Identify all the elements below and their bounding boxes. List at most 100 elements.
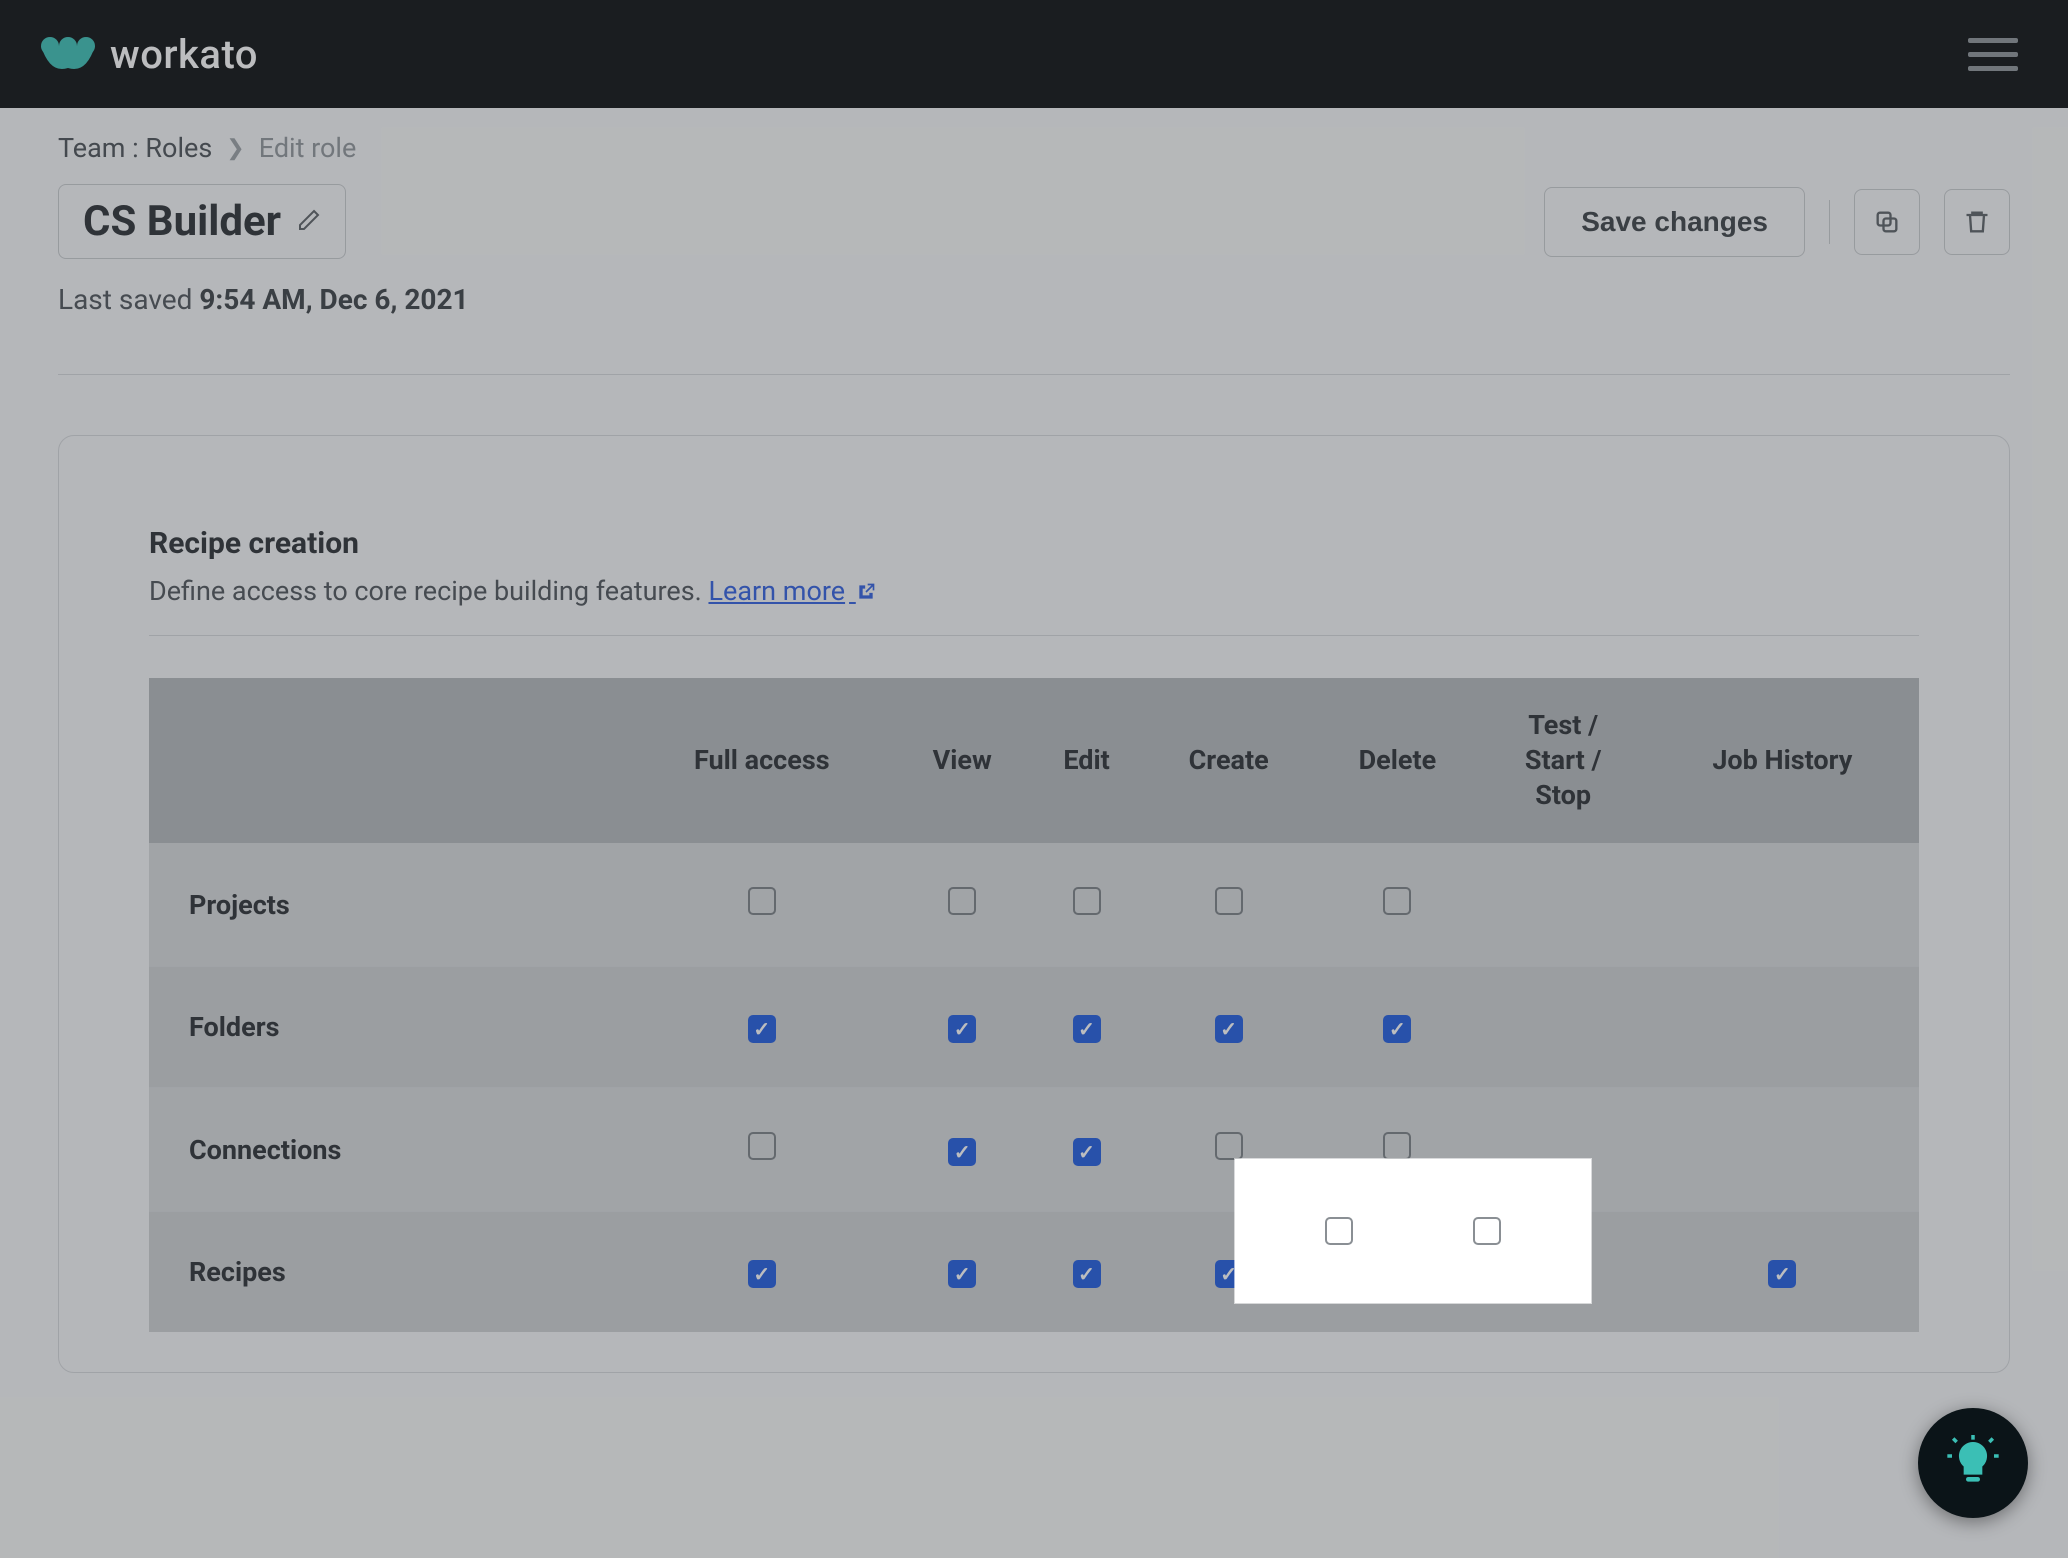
- divider: [149, 635, 1919, 636]
- section-desc-text: Define access to core recipe building fe…: [149, 575, 702, 607]
- title-edit-box[interactable]: CS Builder: [58, 184, 346, 259]
- checkbox[interactable]: [1073, 1015, 1101, 1043]
- checkbox[interactable]: [1383, 1015, 1411, 1043]
- lightbulb-icon: [1945, 1435, 2001, 1491]
- header-actions: Save changes: [1544, 187, 2010, 257]
- table-header: Full accessViewEditCreateDeleteTest /Sta…: [149, 678, 1919, 843]
- permission-cell: [1030, 1088, 1143, 1212]
- permission-cell: [1481, 1088, 1646, 1212]
- checkbox[interactable]: [948, 887, 976, 915]
- divider: [58, 374, 2010, 375]
- row-label: Recipes: [149, 1212, 629, 1333]
- brand-logo[interactable]: workato: [40, 31, 258, 78]
- col-header: Full access: [629, 678, 895, 843]
- checkbox[interactable]: [1215, 1132, 1243, 1160]
- permission-cell: [895, 1212, 1030, 1333]
- breadcrumb-root[interactable]: Team : Roles: [58, 132, 212, 164]
- checkbox[interactable]: [1073, 887, 1101, 915]
- checkbox[interactable]: [748, 1260, 776, 1288]
- section-title: Recipe creation: [149, 526, 1919, 561]
- row-label: Projects: [149, 843, 629, 967]
- checkbox[interactable]: [1215, 1260, 1243, 1288]
- checkbox[interactable]: [1073, 1260, 1101, 1288]
- logo-mark-icon: [40, 34, 96, 74]
- checkbox[interactable]: [948, 1260, 976, 1288]
- table-row: Folders: [149, 967, 1919, 1088]
- permission-cell: [1481, 967, 1646, 1088]
- external-link-icon: [849, 575, 876, 607]
- top-bar: workato: [0, 0, 2068, 108]
- delete-button[interactable]: [1944, 189, 2010, 255]
- chevron-right-icon: ❯: [226, 136, 244, 161]
- learn-more-link[interactable]: Learn more: [708, 575, 875, 607]
- checkbox[interactable]: [748, 887, 776, 915]
- permission-cell: [1314, 843, 1481, 967]
- breadcrumb: Team : Roles ❯ Edit role: [58, 132, 2010, 164]
- checkbox[interactable]: [1215, 1015, 1243, 1043]
- permission-cell: [1030, 1212, 1143, 1333]
- col-header: View: [895, 678, 1030, 843]
- checkbox[interactable]: [748, 1015, 776, 1043]
- permission-cell: [1646, 967, 1919, 1088]
- checkbox[interactable]: [948, 1015, 976, 1043]
- col-header: Create: [1143, 678, 1314, 843]
- row-label: Folders: [149, 967, 629, 1088]
- permission-cell: [1030, 843, 1143, 967]
- permission-cell: [1481, 1212, 1646, 1333]
- permission-cell: [629, 843, 895, 967]
- permission-cell: [1314, 1212, 1481, 1333]
- divider: [1829, 200, 1830, 244]
- brand-name: workato: [110, 31, 258, 78]
- permission-cell: [895, 1088, 1030, 1212]
- permission-cell: [1143, 967, 1314, 1088]
- checkbox[interactable]: [948, 1138, 976, 1166]
- last-saved-timestamp: 9:54 AM, Dec 6, 2021: [199, 283, 468, 316]
- section-description: Define access to core recipe building fe…: [149, 575, 1919, 607]
- last-saved-prefix: Last saved: [58, 283, 192, 316]
- permission-cell: [895, 967, 1030, 1088]
- menu-icon[interactable]: [1968, 38, 2028, 71]
- page-content: Team : Roles ❯ Edit role CS Builder Save…: [0, 108, 2068, 1373]
- permission-cell: [1646, 1088, 1919, 1212]
- col-row-label: [149, 678, 629, 843]
- permission-cell: [1481, 843, 1646, 967]
- pencil-icon[interactable]: [297, 208, 321, 236]
- table-body: ProjectsFoldersConnectionsRecipes: [149, 843, 1919, 1332]
- table-row: Recipes: [149, 1212, 1919, 1333]
- trash-icon: [1963, 208, 1991, 236]
- permission-cell: [1143, 1212, 1314, 1333]
- page-title: CS Builder: [83, 197, 281, 246]
- checkbox[interactable]: [1073, 1138, 1101, 1166]
- permission-cell: [1030, 967, 1143, 1088]
- checkbox[interactable]: [1383, 1260, 1411, 1288]
- col-header: Edit: [1030, 678, 1143, 843]
- permission-cell: [1646, 1212, 1919, 1333]
- table-row: Connections: [149, 1088, 1919, 1212]
- col-header: Delete: [1314, 678, 1481, 843]
- permission-cell: [629, 1088, 895, 1212]
- copy-icon: [1873, 208, 1901, 236]
- page-header: CS Builder Save changes: [58, 184, 2010, 259]
- table-row: Projects: [149, 843, 1919, 967]
- copy-button[interactable]: [1854, 189, 1920, 255]
- permission-cell: [1143, 1088, 1314, 1212]
- checkbox[interactable]: [1549, 1260, 1577, 1288]
- checkbox[interactable]: [1215, 887, 1243, 915]
- permissions-panel: Recipe creation Define access to core re…: [58, 435, 2010, 1373]
- save-button[interactable]: Save changes: [1544, 187, 1805, 257]
- permission-cell: [895, 843, 1030, 967]
- breadcrumb-current: Edit role: [259, 132, 357, 164]
- checkbox[interactable]: [748, 1132, 776, 1160]
- help-fab[interactable]: [1918, 1408, 2028, 1518]
- last-saved: Last saved 9:54 AM, Dec 6, 2021: [58, 283, 2010, 316]
- permission-cell: [1143, 843, 1314, 967]
- permission-cell: [1314, 967, 1481, 1088]
- checkbox[interactable]: [1383, 887, 1411, 915]
- permission-cell: [1314, 1088, 1481, 1212]
- col-header: Job History: [1646, 678, 1919, 843]
- row-label: Connections: [149, 1088, 629, 1212]
- checkbox[interactable]: [1383, 1132, 1411, 1160]
- checkbox[interactable]: [1768, 1260, 1796, 1288]
- permissions-table: Full accessViewEditCreateDeleteTest /Sta…: [149, 678, 1919, 1332]
- permission-cell: [1646, 843, 1919, 967]
